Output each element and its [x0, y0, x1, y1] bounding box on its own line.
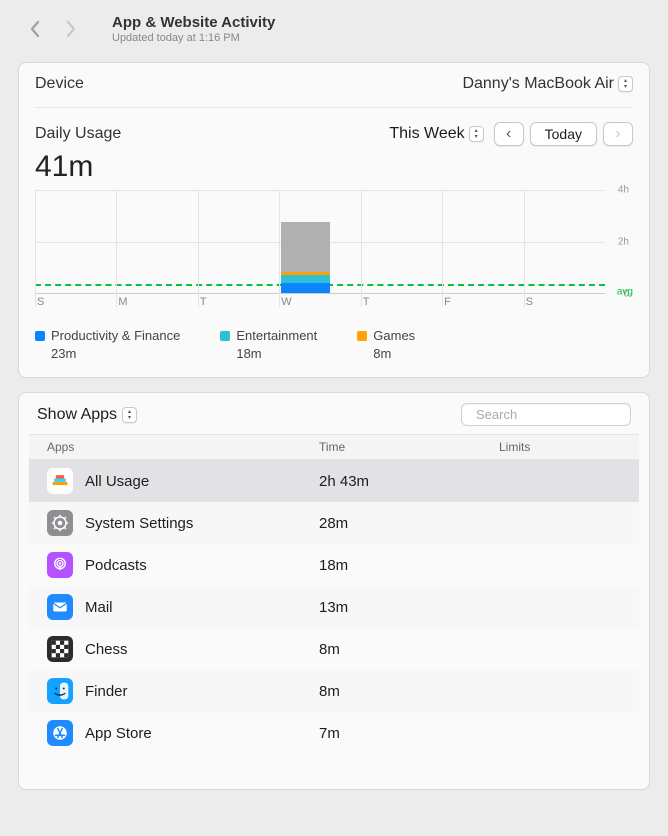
legend-item: Games 8m: [357, 328, 415, 361]
app-time: 18m: [319, 557, 499, 574]
chart-legend: Productivity & Finance 23m Entertainment 18…: [35, 328, 633, 361]
usage-panel: Device Danny's MacBook Air ▴▾ Daily Usag…: [18, 62, 650, 378]
podcasts-icon: [47, 552, 73, 578]
apps-panel: Show Apps ▴▾ Apps Time Limits All Usage 2…: [18, 392, 650, 790]
apps-table-body: All Usage 2h 43m System Settings 28m Podcast…: [29, 460, 639, 789]
next-button: ›: [603, 122, 633, 146]
app-store-icon: [47, 720, 73, 746]
legend-value: 8m: [373, 346, 415, 361]
period-select[interactable]: This Week ▴▾: [389, 125, 483, 143]
period-value: This Week: [389, 125, 464, 143]
table-row[interactable]: Chess 8m: [29, 628, 639, 670]
table-row[interactable]: All Usage 2h 43m: [29, 460, 639, 502]
col-time[interactable]: Time: [319, 440, 499, 454]
app-name: Chess: [85, 641, 128, 658]
page-title: App & Website Activity: [112, 14, 275, 31]
x-tick: S: [526, 296, 533, 308]
updown-icon: ▴▾: [122, 407, 137, 423]
app-time: 2h 43m: [319, 473, 499, 490]
legend-value: 23m: [51, 346, 180, 361]
table-row[interactable]: Podcasts 18m: [29, 544, 639, 586]
app-name: App Store: [85, 725, 152, 742]
updown-icon: ▴▾: [469, 126, 484, 142]
y-tick: 4h: [618, 185, 629, 196]
search-field[interactable]: [461, 403, 631, 426]
app-time: 7m: [319, 725, 499, 742]
legend-label: Productivity & Finance: [51, 328, 180, 343]
app-name: Podcasts: [85, 557, 147, 574]
x-tick: F: [444, 296, 451, 308]
show-apps-select[interactable]: Show Apps ▴▾: [37, 406, 137, 424]
legend-value: 18m: [236, 346, 317, 361]
legend-label: Entertainment: [236, 328, 317, 343]
app-name: System Settings: [85, 515, 193, 532]
x-tick: T: [363, 296, 370, 308]
x-tick: W: [281, 296, 291, 308]
daily-usage-label: Daily Usage: [35, 125, 121, 143]
app-name: Finder: [85, 683, 128, 700]
legend-swatch: [357, 331, 367, 341]
usage-total: 41m: [35, 150, 633, 184]
search-input[interactable]: [476, 407, 652, 422]
legend-item: Productivity & Finance 23m: [35, 328, 180, 361]
mail-icon: [47, 594, 73, 620]
app-name: All Usage: [85, 473, 149, 490]
legend-label: Games: [373, 328, 415, 343]
app-time: 28m: [319, 515, 499, 532]
legend-item: Entertainment 18m: [220, 328, 317, 361]
app-time: 8m: [319, 683, 499, 700]
x-tick: S: [37, 296, 44, 308]
nav-back-button[interactable]: [22, 16, 48, 42]
date-nav: ‹ Today ›: [494, 122, 633, 146]
finder-icon: [47, 678, 73, 704]
x-tick: M: [118, 296, 127, 308]
usage-chart: 02h4h SMTWTFS avg: [35, 190, 633, 312]
table-row[interactable]: Mail 13m: [29, 586, 639, 628]
app-name: Mail: [85, 599, 113, 616]
legend-swatch: [35, 331, 45, 341]
x-tick: T: [200, 296, 207, 308]
prev-button[interactable]: ‹: [494, 122, 524, 146]
y-tick: 2h: [618, 237, 629, 248]
chess-icon: [47, 636, 73, 662]
table-header: Apps Time Limits: [29, 434, 639, 460]
device-label: Device: [35, 75, 84, 93]
app-time: 8m: [319, 641, 499, 658]
page-subtitle: Updated today at 1:16 PM: [112, 32, 275, 44]
avg-label: avg: [617, 286, 633, 297]
device-select[interactable]: Danny's MacBook Air ▴▾: [462, 75, 633, 93]
col-apps[interactable]: Apps: [29, 440, 319, 454]
window-header: App & Website Activity Updated today at …: [0, 0, 668, 54]
device-value: Danny's MacBook Air: [462, 75, 614, 93]
table-row[interactable]: System Settings 28m: [29, 502, 639, 544]
col-limits[interactable]: Limits: [499, 440, 639, 454]
system-settings-icon: [47, 510, 73, 536]
legend-swatch: [220, 331, 230, 341]
today-button[interactable]: Today: [530, 122, 597, 146]
table-row[interactable]: App Store 7m: [29, 712, 639, 754]
updown-icon: ▴▾: [618, 76, 633, 92]
nav-forward-button: [58, 16, 84, 42]
all-usage-icon: [47, 468, 73, 494]
app-time: 13m: [319, 599, 499, 616]
table-row[interactable]: Finder 8m: [29, 670, 639, 712]
chart-bar[interactable]: [281, 222, 330, 293]
